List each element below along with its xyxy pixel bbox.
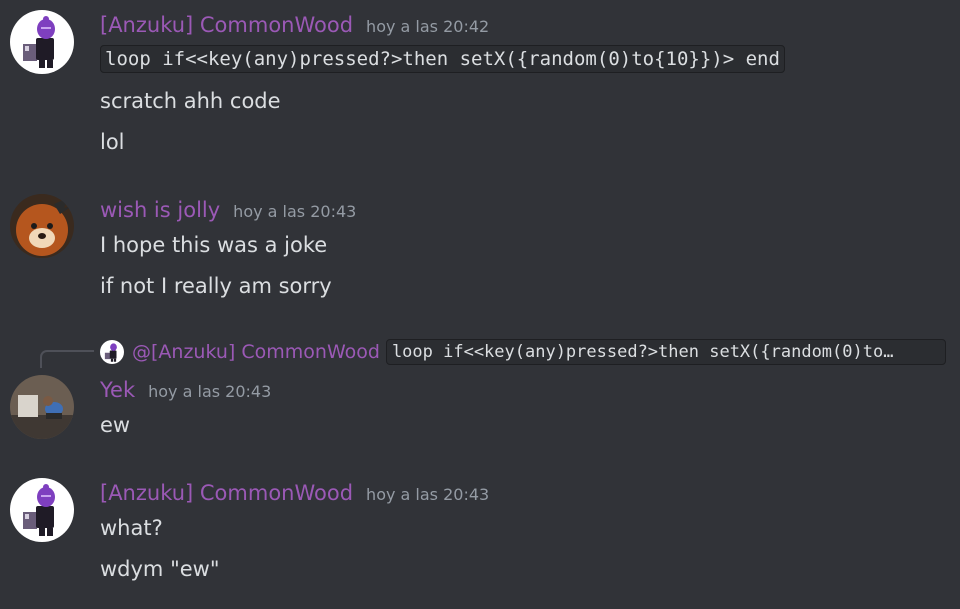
message-header: wish is jolly hoy a las 20:43: [100, 198, 356, 222]
chat-log: [Anzuku] CommonWood hoy a las 20:42 loop…: [0, 0, 960, 609]
message-header: Yek hoy a las 20:43: [100, 378, 271, 402]
message-line: wdym "ew": [100, 557, 220, 581]
message-line: if not I really am sorry: [100, 274, 332, 298]
message-line: I hope this was a joke: [100, 233, 328, 257]
username[interactable]: [Anzuku] CommonWood: [100, 481, 353, 505]
reply-connector: [40, 350, 94, 368]
message-line: lol: [100, 130, 125, 154]
timestamp: hoy a las 20:43: [148, 382, 272, 401]
user-avatar-commonwood[interactable]: [10, 10, 74, 74]
user-avatar-yek[interactable]: [10, 375, 74, 439]
timestamp: hoy a las 20:42: [366, 17, 490, 36]
timestamp: hoy a las 20:43: [366, 485, 490, 504]
username[interactable]: Yek: [100, 378, 135, 402]
reply-snippet[interactable]: loop if<<key(any)pressed?>then setX({ran…: [385, 339, 946, 365]
user-avatar-wish-is-jolly[interactable]: [10, 194, 74, 258]
username[interactable]: [Anzuku] CommonWood: [100, 13, 353, 37]
user-avatar-commonwood[interactable]: [10, 478, 74, 542]
message-header: [Anzuku] CommonWood hoy a las 20:43: [100, 481, 489, 505]
username[interactable]: wish is jolly: [100, 198, 220, 222]
reply-mention[interactable]: @[Anzuku] CommonWood: [132, 341, 380, 363]
message-header: [Anzuku] CommonWood hoy a las 20:42: [100, 13, 489, 37]
message-line: what?: [100, 516, 163, 540]
inline-code: loop if<<key(any)pressed?>then setX({ran…: [100, 45, 785, 73]
reply-avatar: [100, 340, 124, 364]
timestamp: hoy a las 20:43: [233, 202, 357, 221]
message-line: loop if<<key(any)pressed?>then setX({ran…: [100, 45, 785, 73]
reply-reference[interactable]: @[Anzuku] CommonWood loop if<<key(any)pr…: [100, 339, 950, 365]
message-line: ew: [100, 413, 131, 437]
message-line: scratch ahh code: [100, 89, 281, 113]
